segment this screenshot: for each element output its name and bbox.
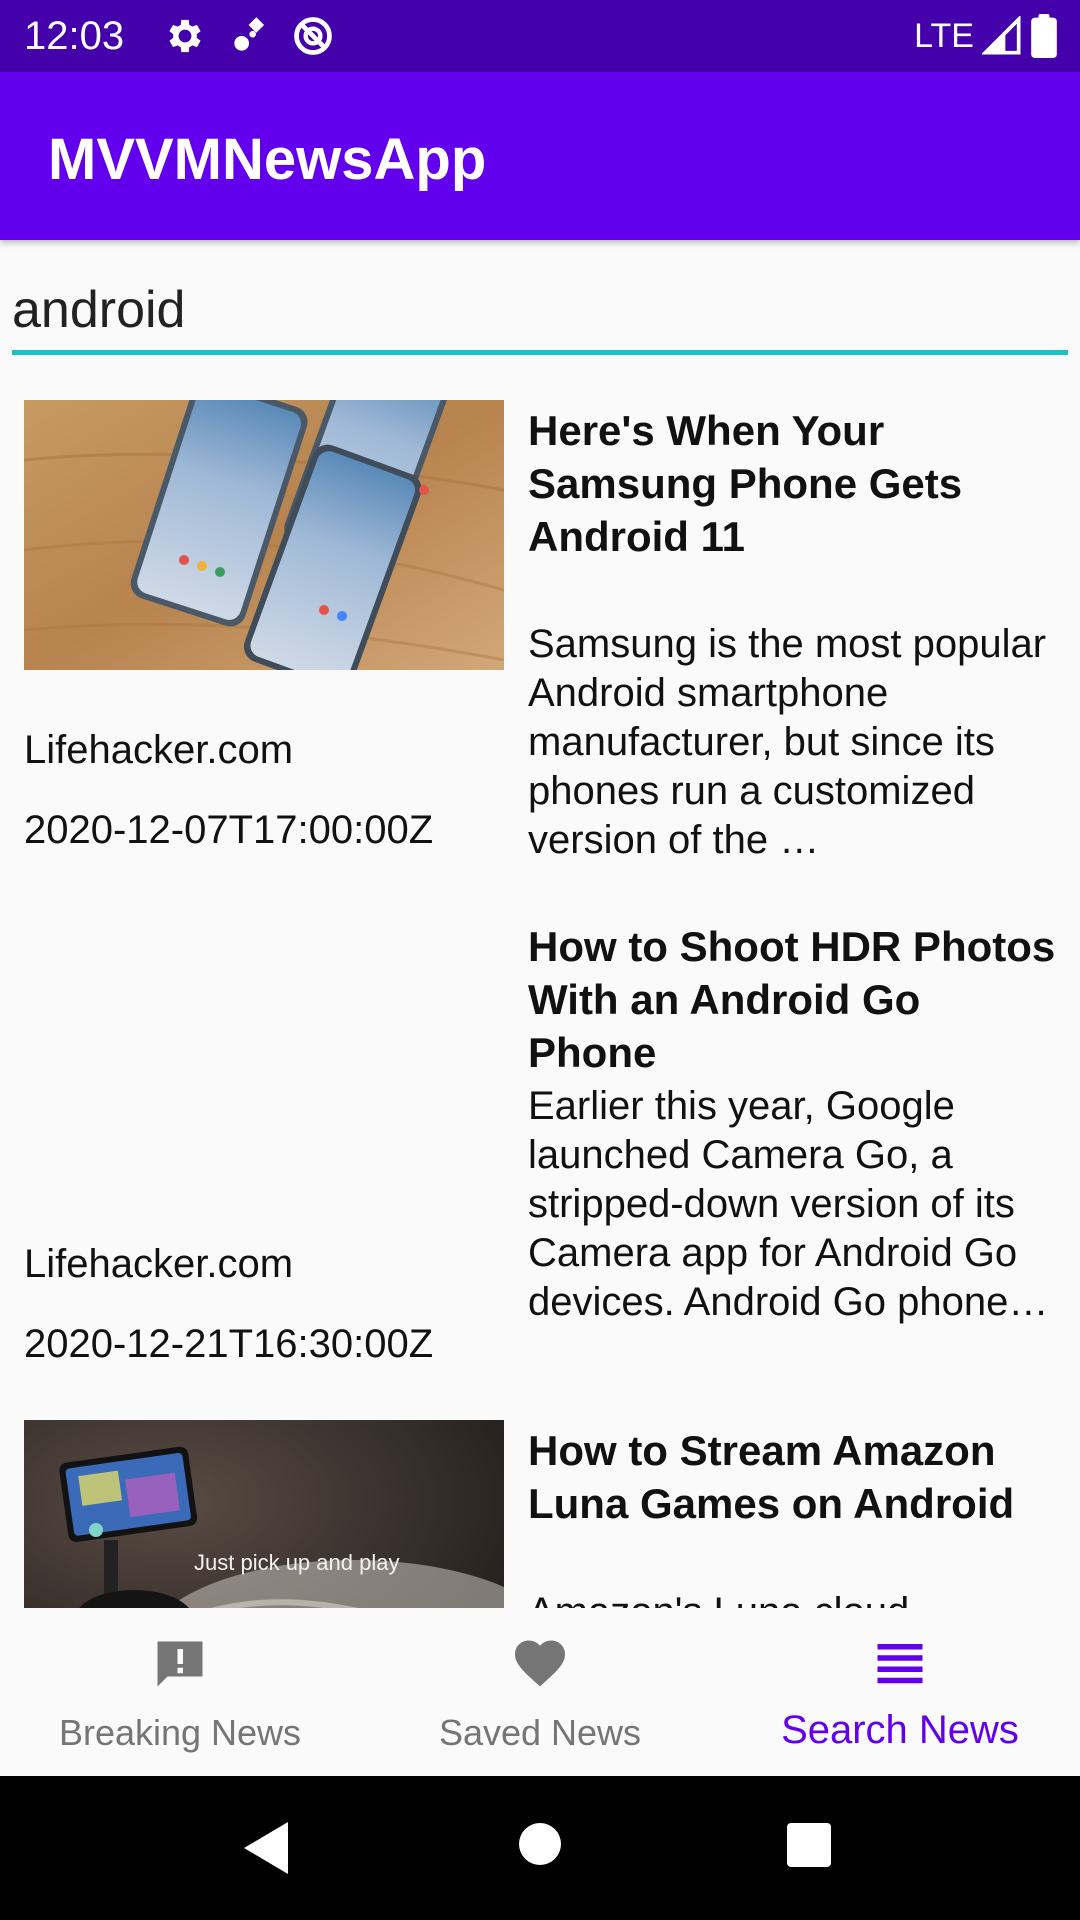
signal-icon bbox=[982, 16, 1021, 55]
nav-search-news[interactable]: Search News bbox=[720, 1608, 1080, 1776]
article-image: Just pick up and play bbox=[24, 1420, 504, 1608]
nav-label: Search News bbox=[781, 1708, 1019, 1752]
list-icon bbox=[877, 1644, 923, 1684]
article-description: Amazon's Luna cloud bbox=[528, 1588, 1058, 1608]
no-sim-icon bbox=[294, 17, 332, 55]
article-published-at: 2020-12-07T17:00:00Z bbox=[24, 808, 434, 852]
article-image bbox=[24, 400, 504, 670]
article-title: How to Stream Amazon Luna Games on Andro… bbox=[528, 1427, 1015, 1527]
gaming-photo: Just pick up and play bbox=[24, 1420, 504, 1608]
home-icon[interactable] bbox=[518, 1822, 562, 1866]
phones-photo bbox=[24, 400, 504, 670]
nav-label: Saved News bbox=[438, 1712, 642, 1753]
back-icon[interactable] bbox=[242, 1820, 292, 1876]
status-time: 12:03 bbox=[24, 14, 125, 58]
network-type: LTE bbox=[914, 17, 974, 55]
article-title: Here's When Your Samsung Phone Gets Andr… bbox=[528, 407, 963, 560]
search-input[interactable] bbox=[12, 268, 1068, 352]
article-title: How to Shoot HDR Photos With an Android … bbox=[528, 923, 1056, 1076]
screen: 12:03 LTE MVVMNewsApp android Lifehacker… bbox=[0, 0, 1080, 1920]
article-item[interactable]: Lifehacker.com 2020-12-07T17:00:00Z Here… bbox=[0, 384, 1080, 900]
article-description: Samsung is the most popular Android smar… bbox=[528, 622, 1047, 862]
article-source: Lifehacker.com bbox=[24, 1242, 294, 1286]
article-published-at: 2020-12-21T16:30:00Z bbox=[24, 1322, 434, 1366]
app-bar: MVVMNewsApp bbox=[0, 72, 1080, 240]
article-item[interactable]: Just pick up and play How to Stream Amaz… bbox=[0, 1404, 1080, 1608]
nav-breaking-news[interactable]: Breaking News bbox=[0, 1608, 360, 1776]
gear-icon bbox=[169, 19, 201, 53]
alert-icon bbox=[157, 1641, 203, 1687]
status-bar: 12:03 LTE bbox=[0, 0, 1080, 72]
app-title: MVVMNewsApp bbox=[48, 127, 487, 192]
image-caption: Just pick up and play bbox=[194, 1550, 399, 1575]
article-description: Earlier this year, Google launched Camer… bbox=[528, 1084, 1049, 1324]
satellite-icon bbox=[234, 17, 265, 51]
article-item[interactable]: Lifehacker.com 2020-12-21T16:30:00Z How … bbox=[0, 900, 1080, 1416]
nav-label: Breaking News bbox=[58, 1712, 302, 1753]
article-list[interactable]: Lifehacker.com 2020-12-07T17:00:00Z Here… bbox=[0, 384, 1080, 1608]
article-source: Lifehacker.com bbox=[24, 728, 294, 772]
bottom-navigation: Breaking News Saved News Search News bbox=[0, 1608, 1080, 1776]
recents-icon[interactable] bbox=[786, 1822, 832, 1868]
search-field[interactable] bbox=[12, 268, 1068, 356]
search-underline bbox=[12, 350, 1068, 355]
status-right: LTE bbox=[914, 14, 1058, 58]
status-icons-left bbox=[163, 14, 335, 58]
system-navigation-bar bbox=[0, 1776, 1080, 1920]
nav-saved-news[interactable]: Saved News bbox=[360, 1608, 720, 1776]
heart-icon bbox=[515, 1640, 565, 1687]
battery-icon bbox=[1031, 14, 1057, 58]
